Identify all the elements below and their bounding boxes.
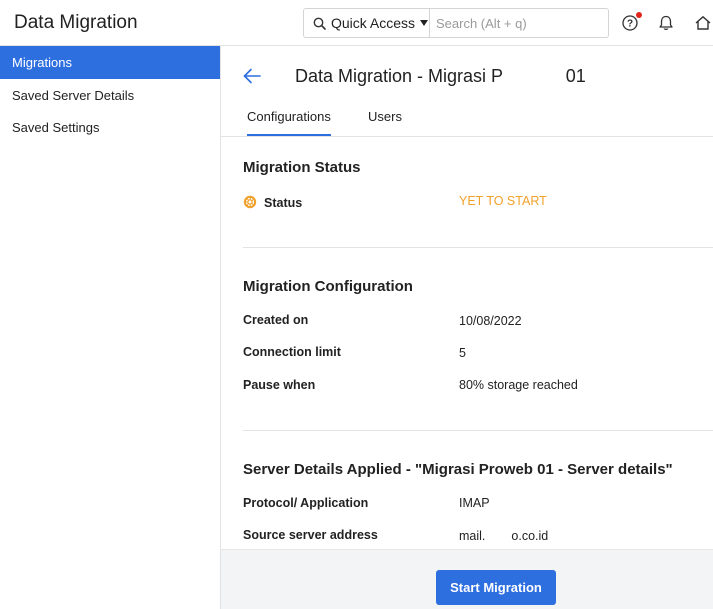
server-details-heading: Server Details Applied - "Migrasi Proweb… [243,461,673,478]
sidebar: Migrations Saved Server Details Saved Se… [0,46,221,609]
svg-text:?: ? [627,19,633,30]
protocol-value: IMAP [459,496,490,510]
page-title: Data Migration - Migrasi P 01 [295,66,586,87]
top-header: Data Migration Quick Access ? [0,0,713,46]
quick-access-dropdown[interactable]: Quick Access [304,9,430,37]
tab-bar: Configurations Users [221,106,713,137]
app-title: Data Migration [14,12,138,33]
sidebar-item-label: Saved Server Details [12,87,135,103]
source-server-label: Source server address [243,528,378,542]
tab-configurations[interactable]: Configurations [247,109,331,136]
divider [243,430,713,431]
tab-users[interactable]: Users [368,109,402,134]
divider [243,247,713,248]
search-icon [313,17,326,30]
bell-icon[interactable] [657,14,675,32]
sidebar-item-saved-server-details[interactable]: Saved Server Details [0,79,220,111]
quick-access-label: Quick Access [331,15,416,31]
main-content: Data Migration - Migrasi P 01 Configurat… [221,46,713,609]
migration-status-heading: Migration Status [243,159,361,176]
start-migration-button[interactable]: Start Migration [436,570,556,605]
search-input[interactable] [436,13,601,33]
search-bar: Quick Access [303,8,609,38]
protocol-label: Protocol/ Application [243,496,369,510]
sidebar-item-label: Saved Settings [12,119,100,135]
source-server-value-suffix: o.co.id [511,529,549,543]
pause-when-label: Pause when [243,378,316,392]
status-badge: YET TO START [459,194,547,208]
home-icon[interactable] [694,14,712,32]
source-server-value: mail. o.co.id [459,529,548,543]
page-title-text: Data Migration - Migrasi P [295,66,503,86]
connection-limit-value: 5 [459,346,466,360]
sidebar-item-migrations[interactable]: Migrations [0,46,220,79]
notification-dot [636,12,642,18]
action-footer: Start Migration [221,549,713,609]
created-on-value: 10/08/2022 [459,314,522,328]
status-label: Status [264,196,303,210]
sidebar-item-saved-settings[interactable]: Saved Settings [0,111,220,143]
created-on-label: Created on [243,313,309,327]
connection-limit-label: Connection limit [243,345,341,359]
source-server-value-prefix: mail. [459,529,486,543]
back-arrow-icon[interactable] [242,66,262,86]
migration-configuration-heading: Migration Configuration [243,278,413,295]
page-title-suffix: 01 [565,66,586,86]
gear-icon [243,195,257,209]
chevron-down-icon [420,20,429,26]
sidebar-item-label: Migrations [12,55,72,70]
pause-when-value: 80% storage reached [459,378,578,392]
